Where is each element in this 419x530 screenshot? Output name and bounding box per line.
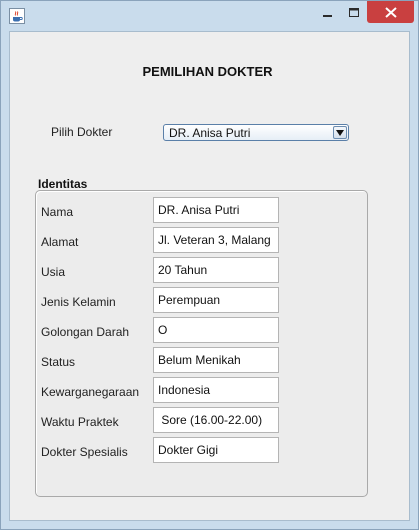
doctor-select-value: DR. Anisa Putri: [169, 126, 251, 140]
waktu-praktek-label: Waktu Praktek: [41, 415, 119, 429]
golongan-darah-label: Golongan Darah: [41, 325, 130, 339]
maximize-button[interactable]: [341, 1, 367, 23]
waktu-praktek-field[interactable]: Sore (16.00-22.00): [153, 407, 279, 433]
usia-label: Usia: [41, 265, 66, 279]
nama-field[interactable]: DR. Anisa Putri: [153, 197, 279, 223]
usia-field[interactable]: 20 Tahun: [153, 257, 279, 283]
alamat-label: Alamat: [41, 235, 79, 249]
dokter-spesialis-label: Dokter Spesialis: [41, 445, 128, 459]
status-field[interactable]: Belum Menikah: [153, 347, 279, 373]
close-button[interactable]: [367, 1, 414, 23]
jenis-kelamin-field[interactable]: Perempuan: [153, 287, 279, 313]
form-panel: PEMILIHAN DOKTER Pilih Dokter DR. Anisa …: [9, 31, 410, 521]
app-window: PEMILIHAN DOKTER Pilih Dokter DR. Anisa …: [0, 0, 419, 530]
title-bar[interactable]: [1, 1, 418, 31]
minimize-button[interactable]: [315, 1, 341, 23]
page-title: PEMILIHAN DOKTER: [142, 64, 273, 79]
dokter-spesialis-field[interactable]: Dokter Gigi: [153, 437, 279, 463]
alamat-field[interactable]: Jl. Veteran 3, Malang: [153, 227, 279, 253]
status-label: Status: [41, 355, 76, 369]
minimize-icon: [323, 3, 333, 22]
jenis-kelamin-label: Jenis Kelamin: [41, 295, 116, 309]
kewarganegaraan-label: Kewarganegaraan: [41, 385, 140, 399]
kewarganegaraan-field[interactable]: Indonesia: [153, 377, 279, 403]
nama-label: Nama: [41, 205, 74, 219]
maximize-icon: [349, 3, 359, 22]
close-icon: [384, 3, 397, 22]
doctor-select-dropdown[interactable]: DR. Anisa Putri: [163, 124, 349, 141]
dropdown-arrow-icon[interactable]: [333, 126, 347, 139]
golongan-darah-field[interactable]: O: [153, 317, 279, 343]
java-coffee-cup-icon[interactable]: [9, 8, 25, 24]
identitas-section-label: Identitas: [38, 177, 88, 191]
pilih-dokter-label: Pilih Dokter: [51, 125, 113, 139]
